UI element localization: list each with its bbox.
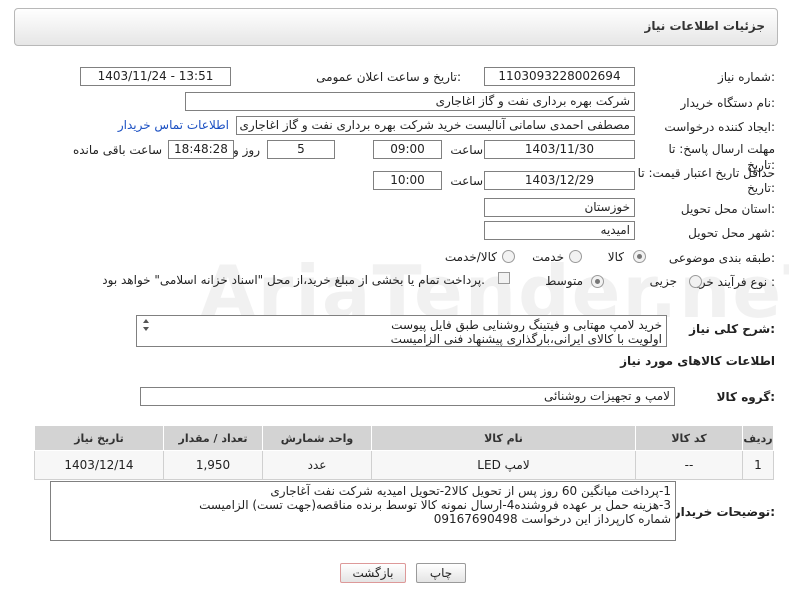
cell-name: لامپ LED: [371, 450, 636, 480]
buyer-org-label: نام دستگاه خریدار:: [680, 96, 776, 110]
table-row[interactable]: 1 -- لامپ LED عدد 1,950 1403/12/14: [34, 450, 774, 480]
scroll-down-icon[interactable]: [143, 327, 149, 331]
cell-date: 1403/12/14: [34, 450, 164, 480]
buyer-contact-link[interactable]: اطلاعات تماس خریدار: [118, 118, 229, 132]
city-field: امیدیه: [484, 221, 635, 240]
category-option-goods-service: کالا/خدمت: [444, 250, 497, 264]
validity-label: حداقل تاریخ اعتبار قیمت: تا: [637, 166, 775, 180]
col-code: کد کالا: [635, 425, 743, 451]
header-panel: جزئیات اطلاعات نیاز: [14, 8, 778, 46]
cell-row: 1: [742, 450, 774, 480]
treasury-payment-checkbox[interactable]: [498, 272, 510, 284]
col-row: ردیف: [742, 425, 774, 451]
deadline-time-field: 09:00: [373, 140, 442, 159]
description-textarea[interactable]: خرید لامپ مهتابی و فیتینگ روشنایی طبق فا…: [136, 315, 667, 347]
process-radio-minor[interactable]: [689, 275, 702, 288]
back-button[interactable]: بازگشت: [340, 563, 406, 583]
buyer-notes-label: توضیحات خریدار:: [673, 505, 775, 519]
creator-field: مصطفی احمدی سامانی آنالیست خرید شرکت بهر…: [236, 116, 635, 135]
process-label: نوع فرآیند خرید :: [690, 275, 775, 289]
cell-quantity: 1,950: [163, 450, 263, 480]
category-radio-goods[interactable]: [633, 250, 646, 263]
deadline-time-label: ساعت: [450, 143, 483, 157]
description-line-2: اولویت با کالای ایرانی،بارگذاری پیشنهاد …: [390, 332, 662, 346]
buyer-notes-textarea[interactable]: 1-پرداخت میانگین 60 روز پس از تحویل کالا…: [50, 481, 676, 541]
col-quantity: تعداد / مقدار: [163, 425, 263, 451]
goods-group-label: گروه کالا:: [716, 390, 775, 404]
category-option-service: خدمت: [532, 250, 564, 264]
category-radio-service[interactable]: [569, 250, 582, 263]
process-radio-medium[interactable]: [591, 275, 604, 288]
scroll-up-icon[interactable]: [143, 319, 149, 323]
description-label: شرح کلی نیاز:: [689, 322, 775, 336]
col-unit: واحد شمارش: [262, 425, 372, 451]
process-option-medium: متوسط: [545, 274, 583, 288]
need-number-label: شماره نیاز:: [717, 70, 775, 84]
deadline-label: مهلت ارسال پاسخ: تا: [668, 142, 775, 156]
notes-line-3: شماره کارپرداز این درخواست 09167690498: [433, 512, 671, 526]
days-label: روز و: [233, 143, 260, 157]
col-date: تاریخ نیاز: [34, 425, 164, 451]
validity-time-field: 10:00: [373, 171, 442, 190]
page-title: جزئیات اطلاعات نیاز: [644, 19, 765, 33]
province-label: استان محل تحویل:: [680, 202, 775, 216]
validity-date-field: 1403/12/29: [484, 171, 635, 190]
cell-code: --: [635, 450, 743, 480]
col-name: نام کالا: [371, 425, 636, 451]
creator-label: ایجاد کننده درخواست:: [664, 120, 775, 134]
process-option-minor: جزیی: [649, 274, 677, 288]
items-table-header: ردیف کد کالا نام کالا واحد شمارش تعداد /…: [34, 425, 774, 451]
remaining-days-field: 5: [267, 140, 335, 159]
description-line-1: خرید لامپ مهتابی و فیتینگ روشنایی طبق فا…: [391, 318, 662, 332]
validity-date-label: تاریخ:: [747, 181, 775, 195]
need-number-field: 1103093228002694: [484, 67, 635, 86]
validity-time-label: ساعت: [450, 174, 483, 188]
notes-line-2: 3-هزینه حمل بر عهده فروشنده4-ارسال نمونه…: [199, 498, 671, 512]
announce-field: 1403/11/24 - 13:51: [80, 67, 231, 86]
print-button[interactable]: چاپ: [416, 563, 466, 583]
treasury-payment-note: پرداخت تمام یا بخشی از مبلغ خرید،از محل …: [102, 273, 485, 287]
city-label: شهر محل تحویل:: [688, 226, 775, 240]
buyer-org-field: شرکت بهره برداری نفت و گاز اغاجاری: [185, 92, 635, 111]
remaining-time-field: 18:48:28: [168, 140, 234, 159]
category-option-goods: کالا: [607, 250, 624, 264]
category-label: طبقه بندی موضوعی:: [668, 251, 775, 265]
goods-section-title: اطلاعات کالاهای مورد نیاز: [620, 354, 775, 368]
deadline-date-field: 1403/11/30: [484, 140, 635, 159]
province-field: خوزستان: [484, 198, 635, 217]
remaining-label: ساعت باقی مانده: [72, 143, 162, 157]
category-radio-goods-service[interactable]: [502, 250, 515, 263]
goods-group-field: لامپ و تجهیزات روشنائی: [140, 387, 675, 406]
items-table: ردیف کد کالا نام کالا واحد شمارش تعداد /…: [34, 425, 774, 480]
notes-line-1: 1-پرداخت میانگین 60 روز پس از تحویل کالا…: [270, 484, 671, 498]
announce-label: تاریخ و ساعت اعلان عمومی:: [316, 70, 461, 84]
cell-unit: عدد: [262, 450, 372, 480]
